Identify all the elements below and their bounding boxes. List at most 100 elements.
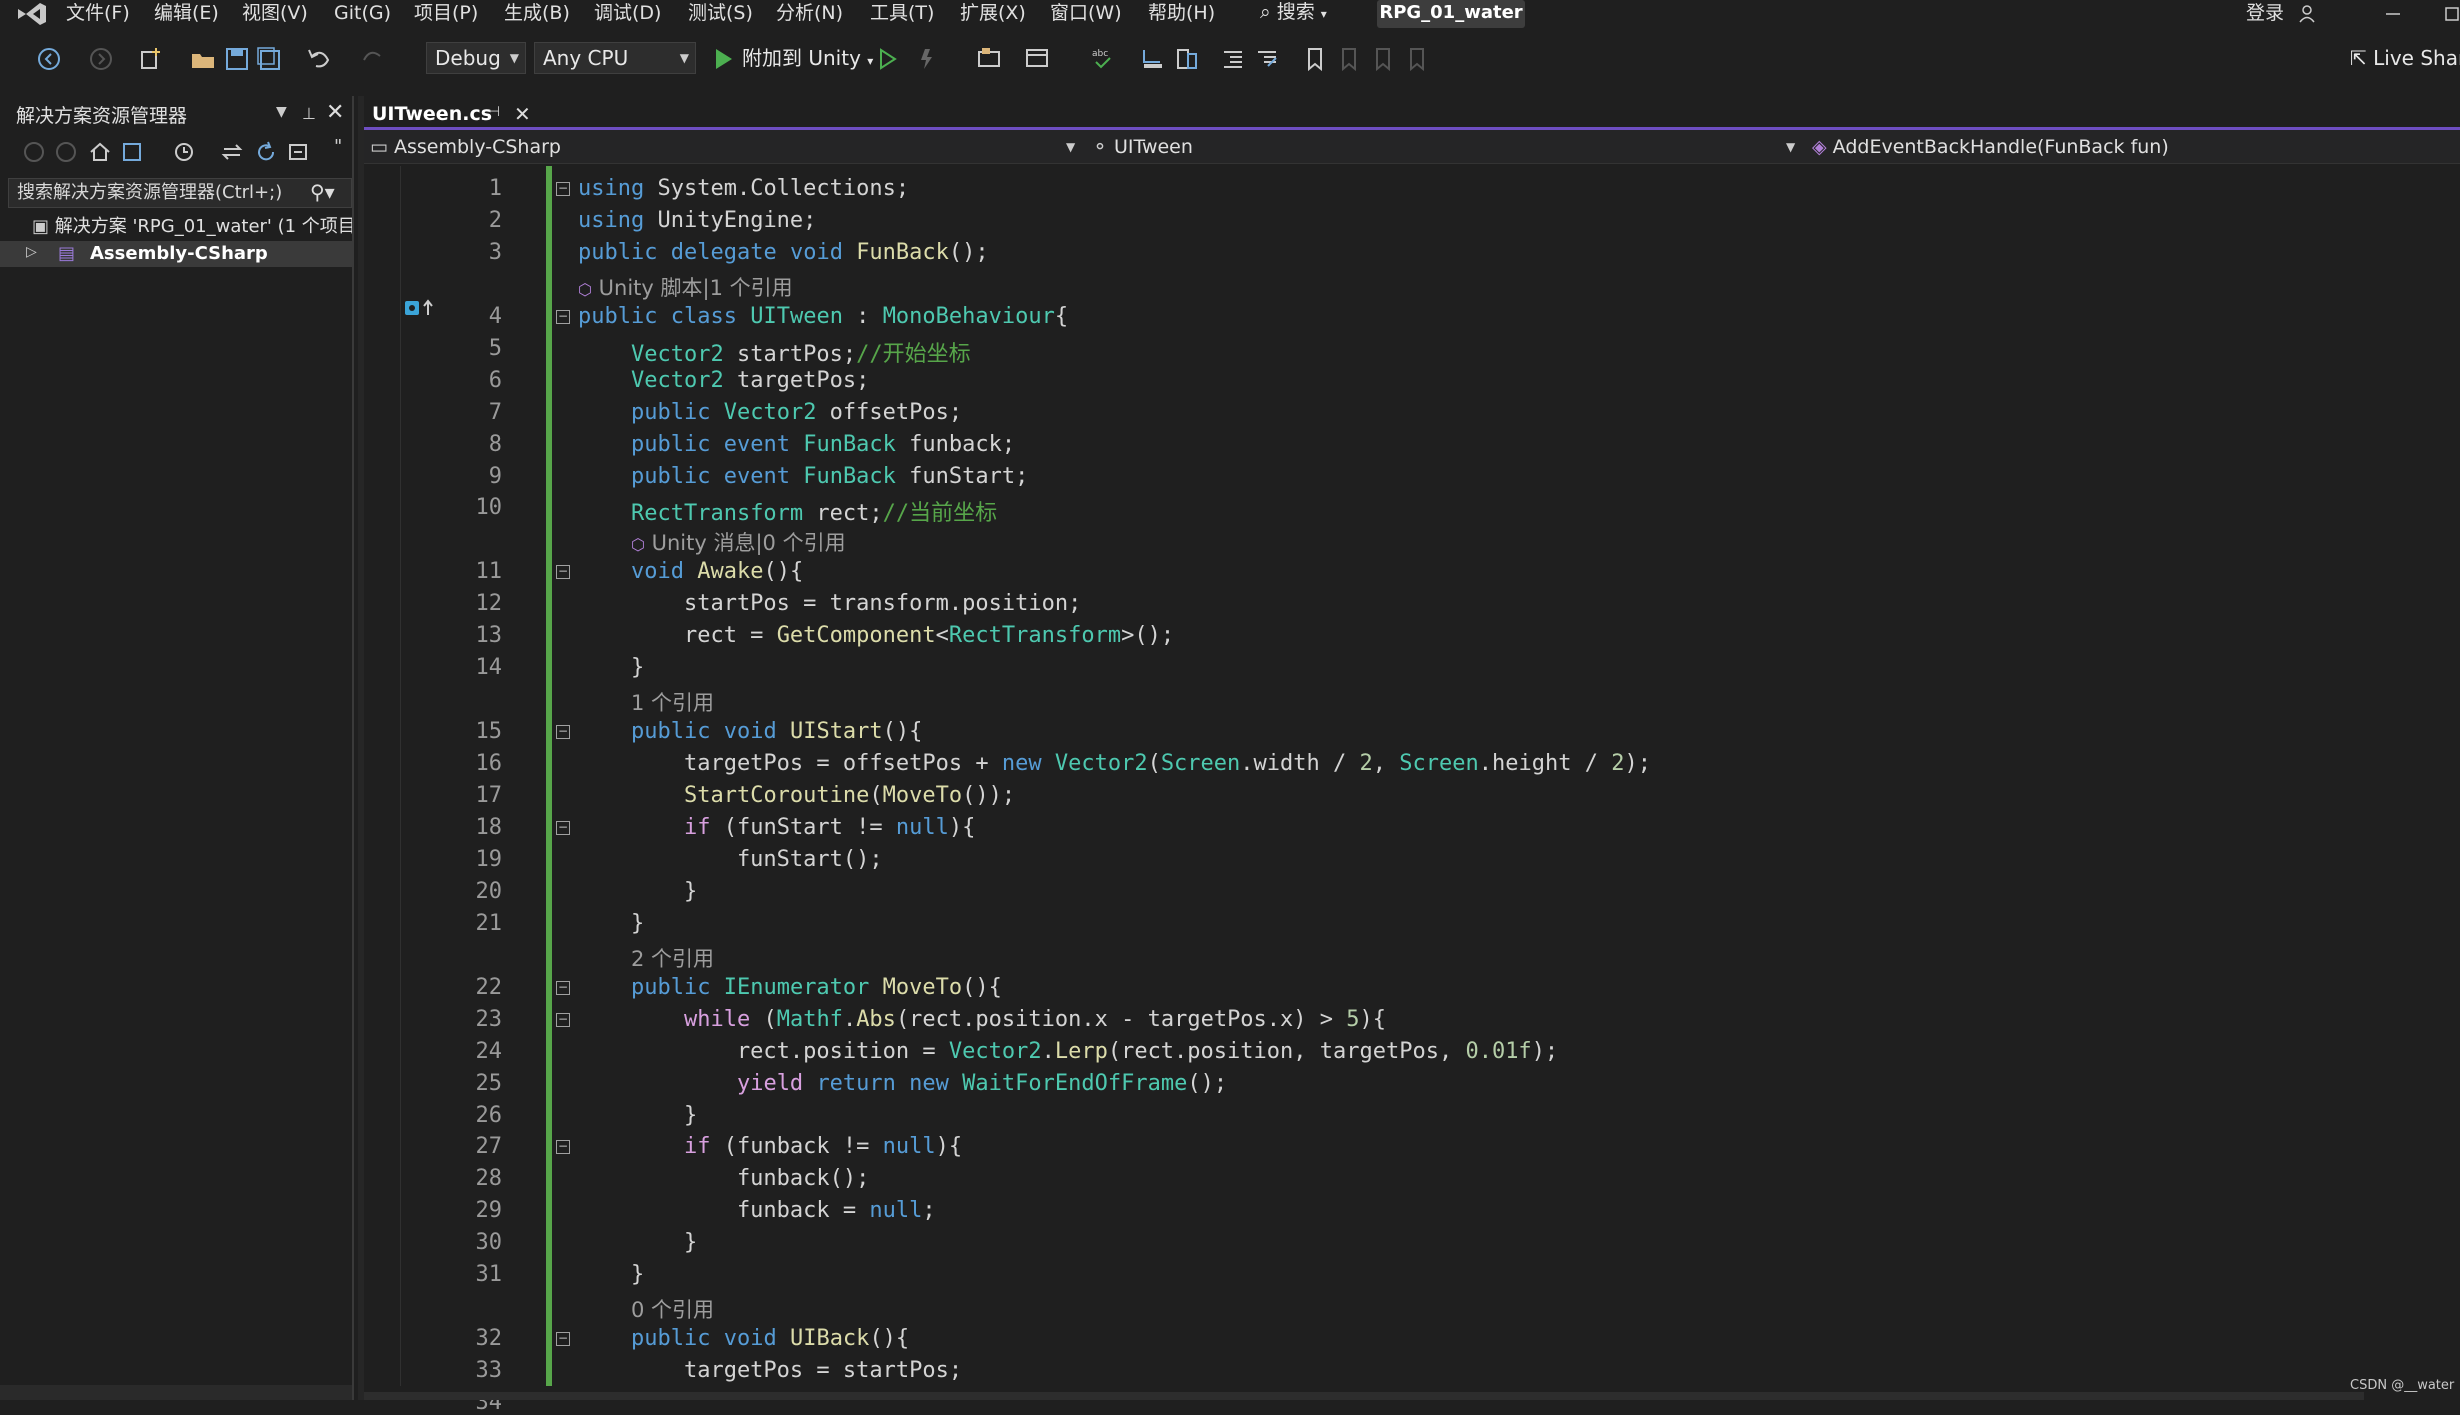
code-lens[interactable]: 1 个引用 — [631, 687, 714, 717]
account-icon[interactable] — [2298, 4, 2318, 24]
sync-icon[interactable] — [220, 140, 244, 164]
play-icon[interactable] — [710, 46, 736, 72]
code-line[interactable]: public delegate void FunBack(); — [578, 240, 989, 265]
code-line[interactable]: using System.Collections; — [578, 176, 909, 201]
collapse-icon[interactable]: − — [556, 309, 570, 324]
menu-item[interactable]: Git(G) — [334, 0, 391, 28]
more-options-icon[interactable]: " — [334, 136, 342, 157]
panel-menu-icon[interactable]: ▼ — [276, 104, 287, 120]
menu-item[interactable]: 调试(D) — [594, 0, 661, 28]
member-dropdown[interactable]: ◈ AddEventBackHandle(FunBack fun) — [1812, 132, 2169, 162]
collapse-icon[interactable]: − — [556, 725, 570, 740]
code-line[interactable]: startPos = transform.position; — [578, 591, 1081, 616]
code-line[interactable]: while (Mathf.Abs(rect.position.x - targe… — [578, 1007, 1386, 1032]
code-line[interactable]: } — [578, 1230, 697, 1255]
search-menu[interactable]: ⌕ 搜索 ▾ — [1260, 0, 1327, 28]
window-layout-icon[interactable] — [1024, 46, 1050, 72]
code-line[interactable]: } — [578, 655, 644, 680]
code-line[interactable]: } — [578, 1262, 644, 1287]
code-line[interactable]: funStart(); — [578, 847, 883, 872]
attach-to-unity-button[interactable]: 附加到 Unity ▾ — [742, 44, 873, 72]
save-icon[interactable] — [224, 46, 250, 72]
pin-tab-icon[interactable]: ⊣ — [488, 104, 500, 120]
menu-item[interactable]: 测试(S) — [688, 0, 753, 28]
glyph-margin[interactable] — [364, 166, 401, 1386]
code-line[interactable]: if (funStart != null){ — [578, 815, 975, 840]
pin-icon[interactable]: ⊥ — [302, 104, 316, 123]
code-line[interactable]: void Awake(){ — [578, 559, 803, 584]
step-into-icon[interactable] — [1140, 46, 1166, 72]
code-line[interactable]: Vector2 startPos;//开始坐标 — [578, 336, 971, 368]
code-line[interactable]: targetPos = offsetPos + new Vector2(Scre… — [578, 751, 1651, 776]
collapse-all-icon[interactable] — [286, 140, 310, 164]
code-line[interactable]: } — [578, 879, 697, 904]
redo-icon[interactable] — [360, 46, 386, 72]
refresh-icon[interactable] — [254, 140, 278, 164]
code-line[interactable]: yield return new WaitForEndOfFrame(); — [578, 1071, 1227, 1096]
code-line[interactable]: Vector2 targetPos; — [578, 368, 869, 393]
platform-combo[interactable]: Any CPU ▼ — [534, 42, 696, 74]
code-line[interactable]: public event FunBack funStart; — [578, 464, 1028, 489]
config-combo[interactable]: Debug ▼ — [426, 42, 526, 74]
code-line[interactable]: rect = GetComponent<RectTransform>(); — [578, 623, 1174, 648]
code-line[interactable]: funback(); — [578, 1166, 869, 1191]
forward-icon[interactable] — [88, 46, 114, 72]
browse-icon[interactable] — [976, 46, 1002, 72]
menu-item[interactable]: 视图(V) — [242, 0, 308, 28]
comment-out-icon[interactable] — [1220, 46, 1246, 72]
code-lens[interactable]: 2 个引用 — [631, 943, 714, 973]
horizontal-scrollbar[interactable] — [0, 1385, 352, 1400]
switch-views-icon[interactable] — [120, 140, 144, 164]
tree-item-solution[interactable]: ▣ 解决方案 'RPG_01_water' (1 个项目 — [32, 214, 352, 240]
code-line[interactable]: targetPos = startPos; — [578, 1358, 962, 1383]
code-line[interactable]: funback = null; — [578, 1198, 936, 1223]
code-line[interactable]: } — [578, 911, 644, 936]
code-line[interactable]: if (funback != null){ — [578, 1134, 962, 1159]
back-icon[interactable] — [22, 140, 46, 164]
code-area[interactable]: using System.Collections; using UnityEngi… — [578, 166, 2438, 1386]
menu-item[interactable]: 帮助(H) — [1148, 0, 1215, 28]
code-lens[interactable]: ⬡ Unity 消息|0 个引用 — [631, 527, 846, 557]
undo-icon[interactable] — [306, 46, 332, 72]
code-lens[interactable]: 0 个引用 — [631, 1294, 714, 1324]
code-line[interactable]: public event FunBack funback; — [578, 432, 1015, 457]
new-project-icon[interactable] — [138, 46, 164, 72]
bookmark-icon[interactable] — [1302, 46, 1328, 72]
menu-item[interactable]: 工具(T) — [870, 0, 934, 28]
collapse-icon[interactable]: − — [556, 820, 570, 835]
collapse-icon[interactable]: − — [556, 565, 570, 580]
collapse-icon[interactable]: − — [556, 1140, 570, 1155]
menu-item[interactable]: 文件(F) — [66, 0, 130, 28]
collapse-icon[interactable]: − — [556, 1012, 570, 1027]
code-line[interactable]: using UnityEngine; — [578, 208, 816, 233]
solution-explorer-search[interactable]: 搜索解决方案资源管理器(Ctrl+;) — [8, 178, 352, 208]
code-line[interactable]: public class UITween : MonoBehaviour{ — [578, 304, 1068, 329]
open-folder-icon[interactable] — [190, 46, 216, 72]
code-line[interactable]: } — [578, 1103, 697, 1128]
type-dropdown[interactable]: ⚬ UITween — [1092, 132, 1193, 162]
login-link[interactable]: 登录 — [2246, 0, 2284, 28]
expand-arrow-icon[interactable]: ▷ — [26, 244, 37, 260]
close-tab-icon[interactable]: ✕ — [514, 102, 531, 126]
code-line[interactable]: public IEnumerator MoveTo(){ — [578, 975, 1002, 1000]
menu-item[interactable]: 编辑(E) — [154, 0, 219, 28]
code-line[interactable]: rect.position = Vector2.Lerp(rect.positi… — [578, 1039, 1558, 1064]
next-bookmark-icon[interactable] — [1370, 46, 1396, 72]
menu-item[interactable]: 窗口(W) — [1050, 0, 1122, 28]
menu-item[interactable]: 项目(P) — [414, 0, 478, 28]
menu-item[interactable]: 分析(N) — [776, 0, 843, 28]
code-line[interactable]: public Vector2 offsetPos; — [578, 400, 962, 425]
forward-icon[interactable] — [54, 140, 78, 164]
save-all-icon[interactable] — [256, 46, 282, 72]
code-line[interactable]: public void UIStart(){ — [578, 719, 922, 744]
close-icon[interactable]: ✕ — [326, 100, 344, 125]
chevron-down-icon[interactable]: ▼ — [1066, 132, 1075, 162]
uncomment-icon[interactable] — [1254, 46, 1280, 72]
search-icon[interactable]: ⚲▾ — [310, 180, 335, 204]
editor-horizontal-scrollbar[interactable] — [364, 1392, 2364, 1400]
code-line[interactable]: RectTransform rect;//当前坐标 — [578, 495, 997, 527]
chevron-down-icon[interactable]: ▼ — [1786, 132, 1795, 162]
spell-check-icon[interactable]: abc — [1090, 46, 1116, 72]
collapse-icon[interactable]: − — [556, 980, 570, 995]
project-dropdown[interactable]: ▭ Assembly-CSharp — [370, 132, 561, 162]
